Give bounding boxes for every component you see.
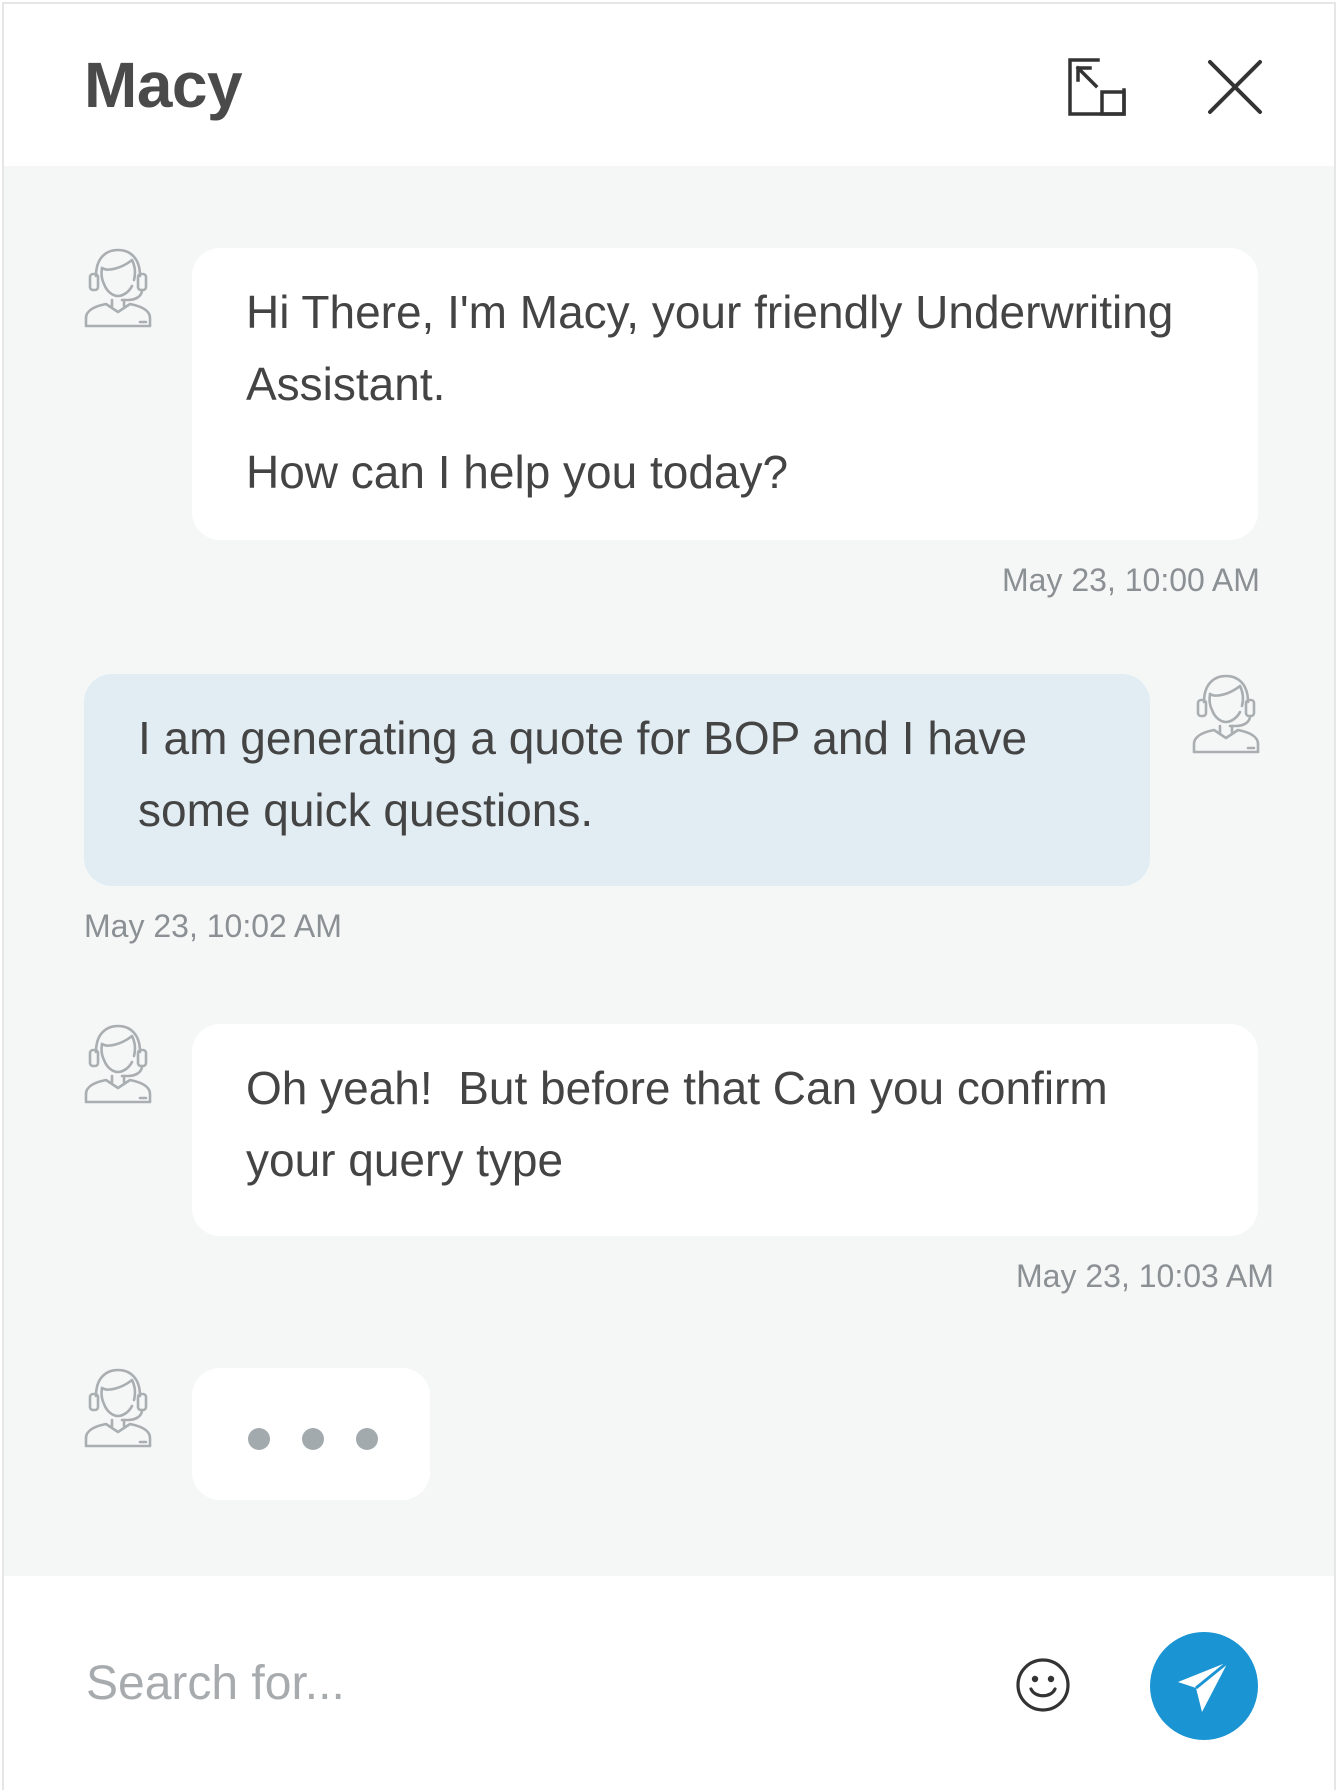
chat-header: Macy (4, 4, 1334, 166)
message-list[interactable]: Hi There, I'm Macy, your friendly Underw… (4, 166, 1334, 1576)
message-text: Hi There, I'm Macy, your friendly Underw… (246, 276, 1218, 420)
message-timestamp: May 23, 10:02 AM (84, 908, 342, 944)
message-composer (4, 1576, 1334, 1790)
chat-window: Macy Hi There, I'm Macy, your friendly U… (2, 2, 1336, 1790)
chat-title: Macy (84, 49, 243, 121)
support-agent-icon (82, 1366, 154, 1448)
close-button[interactable] (1200, 52, 1270, 122)
support-agent-icon (1190, 672, 1262, 754)
bot-avatar (82, 1022, 154, 1104)
typing-dot (356, 1428, 378, 1450)
user-avatar (1190, 672, 1262, 754)
paper-plane-icon (1178, 1660, 1229, 1712)
bot-message-bubble: Hi There, I'm Macy, your friendly Underw… (192, 248, 1258, 540)
search-input[interactable] (84, 1632, 948, 1734)
smiley-icon (1016, 1658, 1070, 1712)
message-text: How can I help you today? (246, 446, 789, 498)
message-line: your query type (246, 1134, 564, 1186)
message-line: I am generating a quote for BOP and I ha… (138, 712, 1028, 764)
support-agent-icon (82, 246, 154, 328)
message-line: Assistant. (246, 358, 446, 410)
user-message-bubble: I am generating a quote for BOP and I ha… (84, 674, 1150, 886)
message-text: Oh yeah! But before that Can you confirm… (246, 1052, 1218, 1196)
close-icon (1208, 60, 1262, 114)
support-agent-icon (82, 1022, 154, 1104)
typing-dot (248, 1428, 270, 1450)
message-timestamp: May 23, 10:03 AM (1016, 1258, 1274, 1294)
send-button[interactable] (1150, 1632, 1258, 1740)
expand-button[interactable] (1062, 52, 1132, 122)
bot-avatar (82, 246, 154, 328)
message-line: some quick questions. (138, 784, 594, 836)
bot-message-bubble: Oh yeah! But before that Can you confirm… (192, 1024, 1258, 1236)
message-timestamp: May 23, 10:00 AM (1002, 562, 1260, 598)
message-text: I am generating a quote for BOP and I ha… (138, 702, 1110, 846)
expand-icon (1068, 58, 1126, 116)
emoji-button[interactable] (1014, 1656, 1072, 1714)
message-line: Oh yeah! But before that Can you confirm (246, 1062, 1108, 1114)
typing-indicator (192, 1368, 430, 1500)
typing-dot (302, 1428, 324, 1450)
bot-avatar (82, 1366, 154, 1448)
message-line: Hi There, I'm Macy, your friendly Underw… (246, 286, 1174, 338)
